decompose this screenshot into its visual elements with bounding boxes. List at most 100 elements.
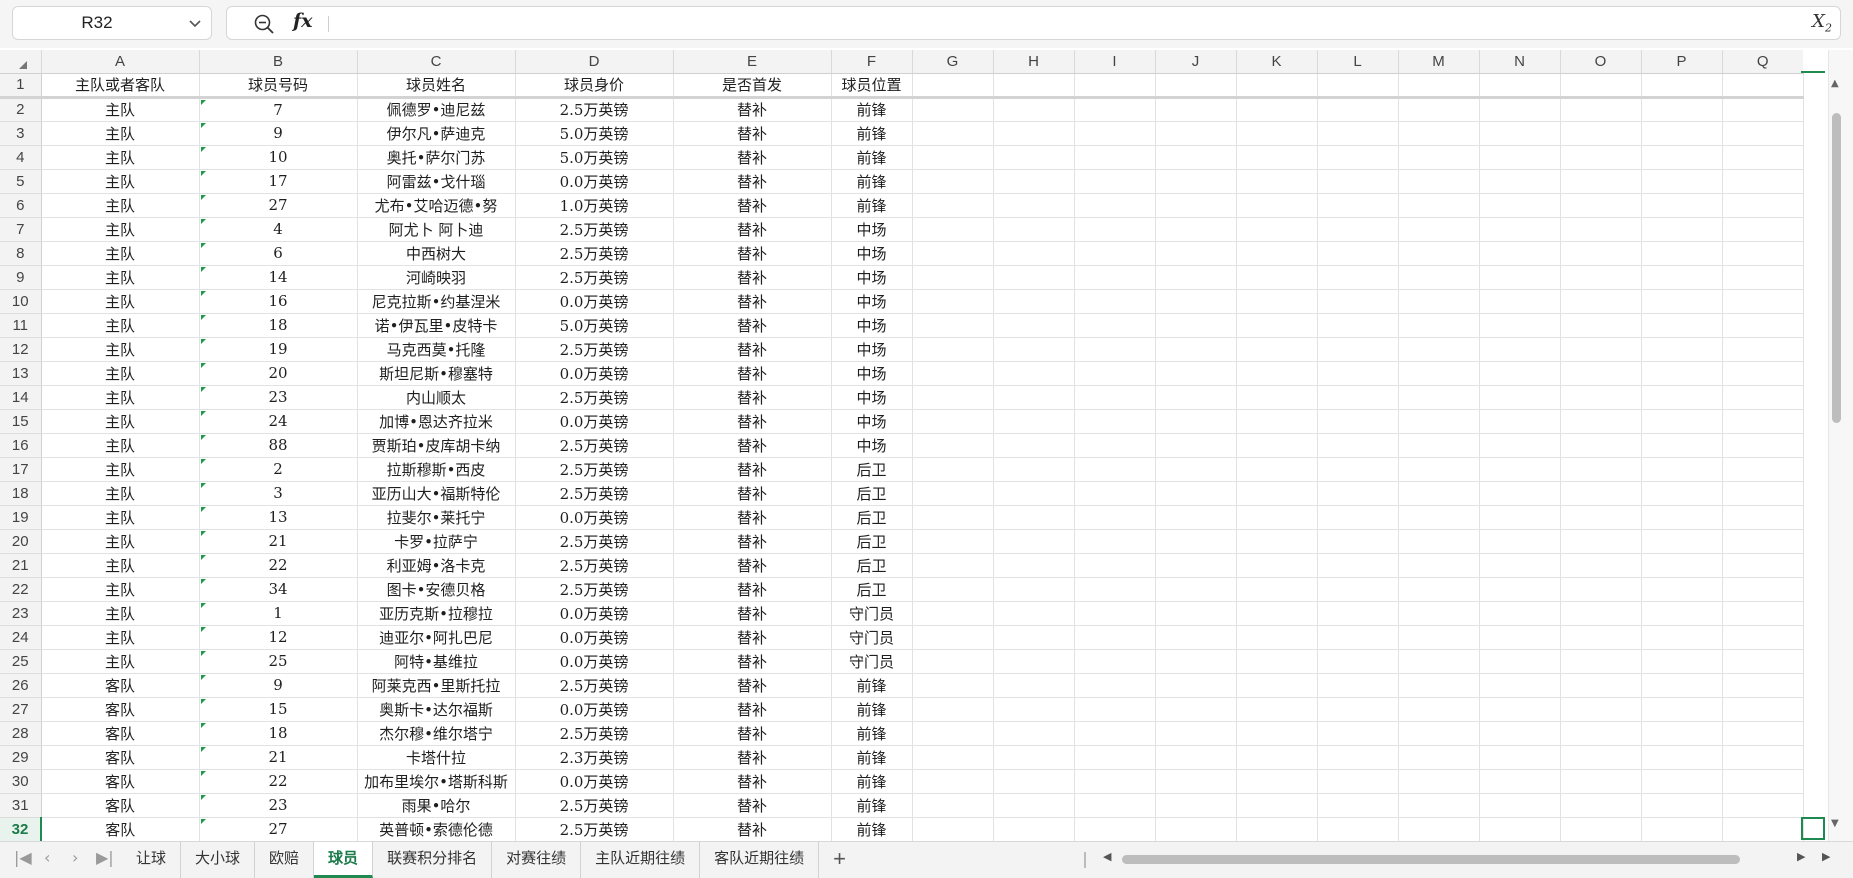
empty-cell[interactable] [1074, 769, 1156, 794]
empty-cell[interactable] [1398, 361, 1480, 386]
empty-cell[interactable] [1398, 817, 1480, 841]
data-cell[interactable]: 19 [199, 337, 358, 362]
data-cell[interactable]: 主队 [41, 433, 200, 458]
empty-cell[interactable] [1560, 193, 1642, 218]
data-cell[interactable]: 拉斯穆斯•西皮 [357, 457, 516, 482]
empty-cell[interactable] [1074, 577, 1156, 602]
row-header[interactable]: 18 [0, 481, 42, 506]
empty-cell[interactable] [1560, 601, 1642, 626]
column-header-q[interactable]: Q [1722, 50, 1803, 74]
data-cell[interactable]: 21 [199, 529, 358, 554]
empty-cell[interactable] [993, 73, 1075, 99]
empty-cell[interactable] [912, 145, 994, 170]
empty-cell[interactable] [1074, 385, 1156, 410]
empty-cell[interactable] [1074, 745, 1156, 770]
empty-cell[interactable] [1398, 193, 1480, 218]
empty-cell[interactable] [1641, 553, 1723, 578]
empty-cell[interactable] [1236, 217, 1318, 242]
empty-cell[interactable] [1317, 409, 1399, 434]
data-cell[interactable]: 替补 [673, 121, 832, 146]
empty-cell[interactable] [1398, 505, 1480, 530]
data-cell[interactable]: 佩德罗•迪尼兹 [357, 97, 516, 122]
empty-cell[interactable] [1317, 241, 1399, 266]
data-cell[interactable]: 客队 [41, 793, 200, 818]
row-header[interactable]: 13 [0, 361, 42, 386]
column-header-o[interactable]: O [1560, 50, 1642, 74]
row-header[interactable]: 25 [0, 649, 42, 674]
data-cell[interactable]: 河崎映羽 [357, 265, 516, 290]
data-cell[interactable]: 主队 [41, 193, 200, 218]
add-sheet-icon[interactable]: + [819, 842, 857, 878]
column-title-cell[interactable]: 球员位置 [831, 73, 913, 99]
empty-cell[interactable] [1560, 697, 1642, 722]
empty-cell[interactable] [1236, 409, 1318, 434]
empty-cell[interactable] [1560, 553, 1642, 578]
empty-cell[interactable] [1074, 313, 1156, 338]
empty-cell[interactable] [1722, 313, 1804, 338]
data-cell[interactable]: 0.0万英镑 [515, 361, 674, 386]
empty-cell[interactable] [1155, 769, 1237, 794]
data-cell[interactable]: 奥托•萨尔门苏 [357, 145, 516, 170]
empty-cell[interactable] [1074, 457, 1156, 482]
column-header-e[interactable]: E [673, 50, 832, 74]
data-cell[interactable]: 替补 [673, 409, 832, 434]
empty-cell[interactable] [1722, 433, 1804, 458]
empty-cell[interactable] [1155, 625, 1237, 650]
data-cell[interactable]: 10 [199, 145, 358, 170]
empty-cell[interactable] [1641, 265, 1723, 290]
row-header[interactable]: 1 [0, 73, 42, 99]
data-cell[interactable]: 替补 [673, 745, 832, 770]
empty-cell[interactable] [1317, 265, 1399, 290]
empty-cell[interactable] [993, 649, 1075, 674]
empty-cell[interactable] [993, 145, 1075, 170]
empty-cell[interactable] [1236, 121, 1318, 146]
empty-cell[interactable] [1479, 649, 1561, 674]
horizontal-scroll-thumb[interactable] [1122, 855, 1740, 864]
empty-cell[interactable] [1074, 409, 1156, 434]
data-cell[interactable]: 主队 [41, 577, 200, 602]
empty-cell[interactable] [993, 529, 1075, 554]
empty-cell[interactable] [1074, 433, 1156, 458]
empty-cell[interactable] [993, 361, 1075, 386]
empty-cell[interactable] [1722, 721, 1804, 746]
next-sheet-icon[interactable]: › [72, 848, 78, 867]
data-cell[interactable]: 16 [199, 289, 358, 314]
empty-cell[interactable] [1722, 769, 1804, 794]
column-header-a[interactable]: A [41, 50, 200, 74]
data-cell[interactable]: 斯坦尼斯•穆塞特 [357, 361, 516, 386]
column-header-n[interactable]: N [1479, 50, 1561, 74]
data-cell[interactable]: 13 [199, 505, 358, 530]
empty-cell[interactable] [1155, 289, 1237, 314]
empty-cell[interactable] [1398, 313, 1480, 338]
empty-cell[interactable] [1317, 769, 1399, 794]
data-cell[interactable]: 亚历克斯•拉穆拉 [357, 601, 516, 626]
data-cell[interactable]: 3 [199, 481, 358, 506]
empty-cell[interactable] [1236, 457, 1318, 482]
empty-cell[interactable] [1317, 745, 1399, 770]
data-cell[interactable]: 替补 [673, 385, 832, 410]
data-cell[interactable]: 阿莱克西•里斯托拉 [357, 673, 516, 698]
empty-cell[interactable] [1317, 433, 1399, 458]
data-cell[interactable]: 主队 [41, 289, 200, 314]
empty-cell[interactable] [1641, 577, 1723, 602]
data-cell[interactable]: 0.0万英镑 [515, 769, 674, 794]
empty-cell[interactable] [1155, 697, 1237, 722]
empty-cell[interactable] [1479, 385, 1561, 410]
empty-cell[interactable] [1317, 697, 1399, 722]
empty-cell[interactable] [1398, 121, 1480, 146]
column-header-j[interactable]: J [1155, 50, 1237, 74]
empty-cell[interactable] [1236, 241, 1318, 266]
empty-cell[interactable] [1155, 409, 1237, 434]
empty-cell[interactable] [1722, 337, 1804, 362]
empty-cell[interactable] [1479, 577, 1561, 602]
data-cell[interactable]: 内山顺太 [357, 385, 516, 410]
data-cell[interactable]: 前锋 [831, 97, 913, 122]
empty-cell[interactable] [1155, 601, 1237, 626]
empty-cell[interactable] [1398, 265, 1480, 290]
empty-cell[interactable] [912, 721, 994, 746]
data-cell[interactable]: 前锋 [831, 793, 913, 818]
data-cell[interactable]: 2.5万英镑 [515, 577, 674, 602]
empty-cell[interactable] [1074, 625, 1156, 650]
data-cell[interactable]: 英普顿•索德伦德 [357, 817, 516, 841]
empty-cell[interactable] [912, 193, 994, 218]
